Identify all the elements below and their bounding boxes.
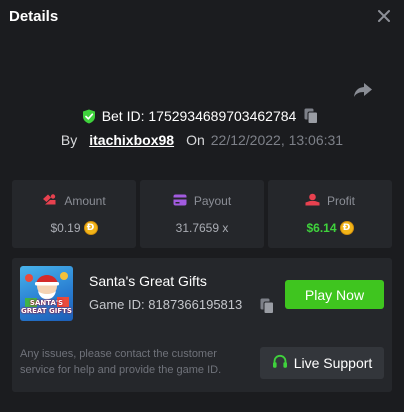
game-thumbnail[interactable]: SANTA'S GREAT GIFTS (20, 266, 73, 321)
coin-icon: Ð (339, 221, 354, 235)
amount-icon (42, 193, 57, 209)
modal-title: Details (9, 7, 59, 25)
game-name: Santa's Great Gifts (89, 273, 207, 289)
stat-profit-label: Profit (326, 194, 355, 208)
coin-icon: Ð (83, 221, 98, 235)
copy-icon[interactable] (260, 298, 274, 314)
wallet-icon (173, 194, 187, 209)
stat-profit-value: $6.14 (306, 221, 337, 235)
stat-payout-label: Payout (193, 194, 232, 208)
game-id: Game ID: 8187366195813 (89, 297, 242, 312)
bet-id-label: Bet ID: (101, 108, 145, 124)
support-note: Any issues, please contact the customer … (20, 348, 222, 376)
stat-amount-label: Amount (64, 194, 106, 208)
stat-amount: Amount $0.19 Ð (12, 180, 136, 248)
stat-amount-value: $0.19 (50, 221, 81, 235)
live-support-button[interactable]: Live Support (260, 347, 384, 379)
game-thumbnail-text: SANTA'S GREAT GIFTS (21, 299, 72, 315)
shield-check-icon (82, 109, 96, 124)
username-link[interactable]: itachixbox98 (89, 132, 174, 148)
share-icon[interactable] (352, 80, 374, 100)
bet-stats: Amount $0.19 Ð Payout 31.7659 x Profit $… (12, 180, 392, 248)
close-icon[interactable] (376, 8, 392, 24)
modal-header: Details (0, 0, 404, 32)
game-id-value: 8187366195813 (148, 297, 243, 312)
game-id-label: Game ID: (89, 297, 145, 312)
live-support-label: Live Support (293, 355, 373, 371)
headset-icon (272, 354, 288, 373)
stat-profit: Profit $6.14 Ð (268, 180, 392, 248)
stat-payout: Payout 31.7659 x (140, 180, 264, 248)
stat-payout-value: 31.7659 x (175, 220, 229, 235)
game-card: SANTA'S GREAT GIFTS Santa's Great Gifts … (12, 258, 392, 392)
by-label: By (60, 132, 78, 148)
profit-icon (305, 193, 320, 209)
play-now-button[interactable]: Play Now (285, 280, 384, 309)
bet-id-row: Bet ID: 1752934689703462784 (0, 106, 404, 126)
bet-meta-row: By itachixbox98 On 22/12/2022, 13:06:31 (0, 130, 404, 150)
bet-id-value: 1752934689703462784 (148, 108, 297, 124)
bet-datetime: 22/12/2022, 13:06:31 (210, 132, 344, 148)
on-label: On (186, 132, 205, 148)
copy-icon[interactable] (304, 108, 319, 124)
